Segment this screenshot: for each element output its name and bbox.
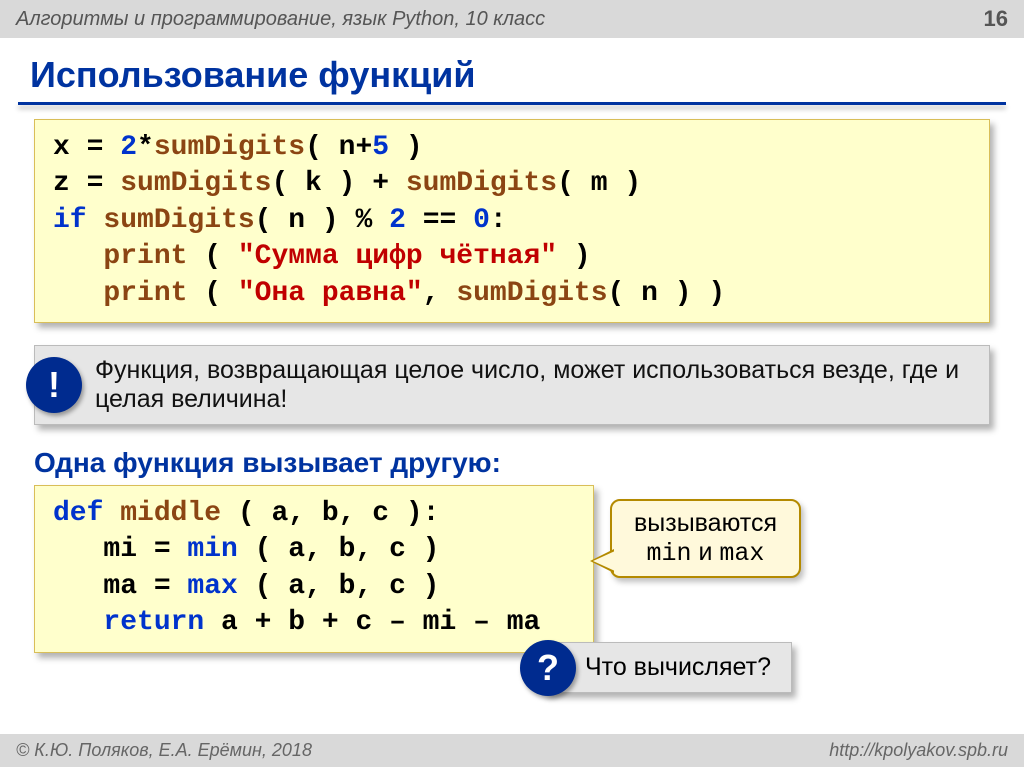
bubble-max: max [719, 539, 764, 568]
code-block-2: def middle ( a, b, c ): mi = min ( a, b,… [34, 485, 594, 653]
code-line: print ( "Сумма цифр чётная" ) [53, 239, 971, 275]
code-line: x = 2*sumDigits( n+5 ) [53, 130, 971, 166]
subtitle: Одна функция вызывает другую: [34, 447, 990, 479]
code-line: return a + b + c – mi – ma [53, 605, 575, 641]
bubble-and: и [692, 538, 720, 566]
code-block-1: x = 2*sumDigits( n+5 ) z = sumDigits( k … [34, 119, 990, 323]
page-number: 16 [984, 6, 1008, 32]
question-box: Что вычисляет? [544, 642, 792, 693]
code-line: print ( "Она равна", sumDigits( n ) ) [53, 276, 971, 312]
course-label: Алгоритмы и программирование, язык Pytho… [16, 8, 545, 31]
bubble-text: вызываются [634, 509, 777, 537]
exclamation-icon: ! [26, 357, 82, 413]
footer-url: http://kpolyakov.spb.ru [829, 740, 1008, 761]
code-block-2-row: def middle ( a, b, c ): mi = min ( a, b,… [0, 485, 1024, 653]
callout-box: Функция, возвращающая целое число, может… [34, 345, 990, 425]
header-bar: Алгоритмы и программирование, язык Pytho… [0, 0, 1024, 38]
callout-row: ! Функция, возвращающая целое число, мож… [34, 345, 990, 425]
bubble-min: min [647, 539, 692, 568]
code-line: if sumDigits( n ) % 2 == 0: [53, 203, 971, 239]
title-underline [18, 102, 1006, 105]
bubble-tail-icon [590, 549, 614, 573]
question-icon: ? [520, 640, 576, 696]
speech-bubble: вызываются min и max [610, 499, 801, 578]
code-line: def middle ( a, b, c ): [53, 496, 575, 532]
footer-bar: © К.Ю. Поляков, Е.А. Ерёмин, 2018 http:/… [0, 734, 1024, 767]
footer-authors: © К.Ю. Поляков, Е.А. Ерёмин, 2018 [16, 740, 312, 761]
question-row: ? Что вычисляет? [520, 642, 792, 693]
code-line: z = sumDigits( k ) + sumDigits( m ) [53, 166, 971, 202]
code-line: ma = max ( a, b, c ) [53, 569, 575, 605]
code-line: mi = min ( a, b, c ) [53, 532, 575, 568]
page-title: Использование функций [0, 38, 1024, 102]
